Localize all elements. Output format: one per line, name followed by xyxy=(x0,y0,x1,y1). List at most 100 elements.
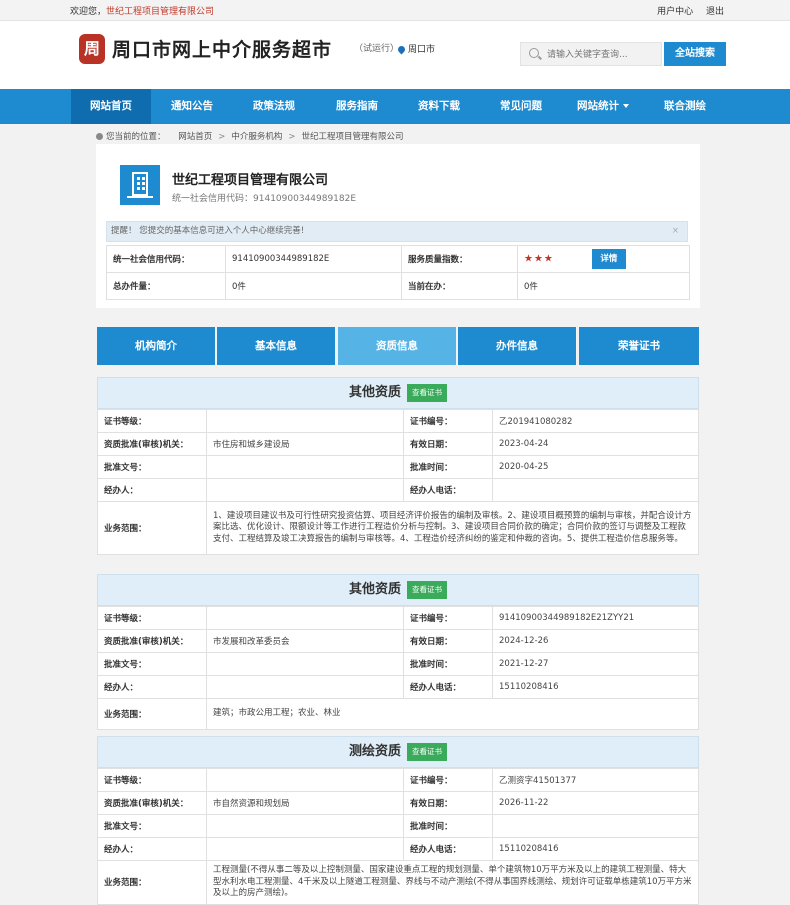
qualification-section: 测绘资质 查看证书 证书等级： 证书编号： 乙测资字41501377 资质批准(审… xyxy=(97,736,699,905)
info-current-value: 0件 xyxy=(517,272,690,300)
section-title: 测绘资质 xyxy=(348,744,401,759)
city-selector[interactable]: 周口市 xyxy=(396,42,436,55)
info-current-label: 当前在办： xyxy=(401,272,518,300)
approval-no-label: 批准文号： xyxy=(97,814,207,838)
handler-phone-label: 经办人电话： xyxy=(403,478,493,502)
valid-label: 有效日期： xyxy=(403,432,493,456)
valid-value: 2026-11-22 xyxy=(492,791,699,815)
qualification-table: 证书等级： 证书编号： 乙201941080282 资质批准(审核)机关： 市住… xyxy=(97,409,699,555)
logout-link[interactable]: 退出 xyxy=(706,7,724,17)
level-label: 证书等级： xyxy=(97,768,207,792)
nav-joint-survey[interactable]: 联合测绘 xyxy=(644,89,726,124)
approval-time-value: 2021-12-27 xyxy=(492,652,699,676)
info-total-label: 总办件量： xyxy=(106,272,226,300)
info-code-value: 91410900344989182E xyxy=(225,245,402,273)
authority-label: 资质批准(审核)机关： xyxy=(97,629,207,653)
view-certificate-button[interactable]: 查看证书 xyxy=(407,384,447,402)
nav-statistics-label: 网站统计 xyxy=(577,100,619,112)
level-label: 证书等级： xyxy=(97,606,207,630)
handler-phone-label: 经办人电话： xyxy=(403,675,493,699)
approval-no-value xyxy=(206,652,404,676)
user-center-link[interactable]: 用户中心 xyxy=(657,7,693,17)
scope-value: 建筑；市政公用工程；农业、林业 xyxy=(206,698,699,730)
company-card: 世纪工程项目管理有限公司 统一社会信用代码：91410900344989182E… xyxy=(96,144,700,308)
tab-basic-info[interactable]: 基本信息 xyxy=(217,327,335,365)
breadcrumb: 您当前的位置： 网站首页 > 中介服务机构 > 世纪工程项目管理有限公司 xyxy=(96,130,404,142)
tab-intro[interactable]: 机构简介 xyxy=(97,327,215,365)
section-title: 其他资质 xyxy=(348,385,401,400)
trial-label: （试运行） xyxy=(354,44,400,54)
handler-value xyxy=(206,478,404,502)
nav-downloads[interactable]: 资料下载 xyxy=(398,89,480,124)
info-quality-label: 服务质量指数： xyxy=(401,245,518,273)
handler-label: 经办人： xyxy=(97,675,207,699)
credit-code-label: 统一社会信用代码： xyxy=(172,194,254,204)
scope-label: 业务范围： xyxy=(97,698,207,730)
user-links: 用户中心 退出 xyxy=(657,4,724,17)
tab-cases[interactable]: 办件信息 xyxy=(458,327,576,365)
breadcrumb-home[interactable]: 网站首页 xyxy=(178,132,212,142)
handler-phone-value: 15110208416 xyxy=(492,837,699,861)
cert-no-label: 证书编号： xyxy=(403,606,493,630)
authority-value: 市住房和城乡建设局 xyxy=(206,432,404,456)
tab-qualification[interactable]: 资质信息 xyxy=(338,327,456,365)
cert-no-value: 91410900344989182E21ZYY21 xyxy=(492,606,699,630)
detail-button[interactable]: 详情 xyxy=(591,249,626,269)
site-search-button[interactable]: 全站搜索 xyxy=(664,42,726,66)
level-value xyxy=(206,768,404,792)
view-certificate-button[interactable]: 查看证书 xyxy=(407,581,447,599)
breadcrumb-prefix: 您当前的位置： xyxy=(106,132,166,142)
qualification-table: 证书等级： 证书编号： 91410900344989182E21ZYY21 资质… xyxy=(97,606,699,730)
person-icon xyxy=(96,133,103,140)
site-title[interactable]: 周口市网上中介服务超市 xyxy=(112,35,332,62)
valid-label: 有效日期： xyxy=(403,629,493,653)
section-header: 测绘资质 查看证书 xyxy=(97,736,699,768)
valid-value: 2023-04-24 xyxy=(492,432,699,456)
nav-service-guide[interactable]: 服务指南 xyxy=(316,89,398,124)
section-header: 其他资质 查看证书 xyxy=(97,377,699,409)
handler-phone-value xyxy=(492,478,699,502)
info-code-label: 统一社会信用代码： xyxy=(106,245,226,273)
welcome-text: 欢迎您，世纪工程项目管理有限公司 xyxy=(70,4,214,17)
approval-no-label: 批准文号： xyxy=(97,455,207,479)
tab-honors[interactable]: 荣誉证书 xyxy=(579,327,699,365)
nav-policies[interactable]: 政策法规 xyxy=(234,89,314,124)
welcome-org-link[interactable]: 世纪工程项目管理有限公司 xyxy=(106,7,214,17)
handler-phone-label: 经办人电话： xyxy=(403,837,493,861)
nav-home[interactable]: 网站首页 xyxy=(71,89,151,124)
search-input[interactable] xyxy=(545,46,661,64)
company-name: 世纪工程项目管理有限公司 xyxy=(172,173,329,188)
detail-tabs: 机构简介 基本信息 资质信息 办件信息 荣誉证书 xyxy=(97,327,699,365)
approval-no-value xyxy=(206,455,404,479)
approval-time-label: 批准时间： xyxy=(403,455,493,479)
breadcrumb-current: 世纪工程项目管理有限公司 xyxy=(301,132,404,142)
info-quality-value: ★★★ 详情 xyxy=(517,245,690,273)
city-name: 周口市 xyxy=(408,45,436,55)
authority-label: 资质批准(审核)机关： xyxy=(97,432,207,456)
handler-label: 经办人： xyxy=(97,837,207,861)
breadcrumb-agencies[interactable]: 中介服务机构 xyxy=(231,132,282,142)
section-title: 其他资质 xyxy=(348,582,401,597)
valid-value: 2024-12-26 xyxy=(492,629,699,653)
view-certificate-button[interactable]: 查看证书 xyxy=(407,743,447,761)
handler-value xyxy=(206,675,404,699)
authority-value: 市发展和改革委员会 xyxy=(206,629,404,653)
approval-time-label: 批准时间： xyxy=(403,652,493,676)
top-bar: 欢迎您，世纪工程项目管理有限公司 用户中心 退出 xyxy=(0,0,790,21)
handler-value xyxy=(206,837,404,861)
search-box xyxy=(520,42,662,66)
nav-faq[interactable]: 常见问题 xyxy=(480,89,562,124)
notice-banner: 提醒！ 您提交的基本信息可进入个人中心继续完善! × xyxy=(106,221,688,242)
nav-statistics[interactable]: 网站统计 xyxy=(562,89,644,124)
info-total-value: 0件 xyxy=(225,272,402,300)
quality-stars: ★★★ xyxy=(524,253,554,265)
site-header: 周 周口市网上中介服务超市 （试运行） 周口市 全站搜索 xyxy=(0,21,790,89)
handler-phone-value: 15110208416 xyxy=(492,675,699,699)
scope-label: 业务范围： xyxy=(97,860,207,905)
site-logo[interactable]: 周 xyxy=(79,34,105,64)
nav-notices[interactable]: 通知公告 xyxy=(152,89,232,124)
approval-time-label: 批准时间： xyxy=(403,814,493,838)
close-icon[interactable]: × xyxy=(672,222,679,241)
level-label: 证书等级： xyxy=(97,409,207,433)
approval-no-value xyxy=(206,814,404,838)
